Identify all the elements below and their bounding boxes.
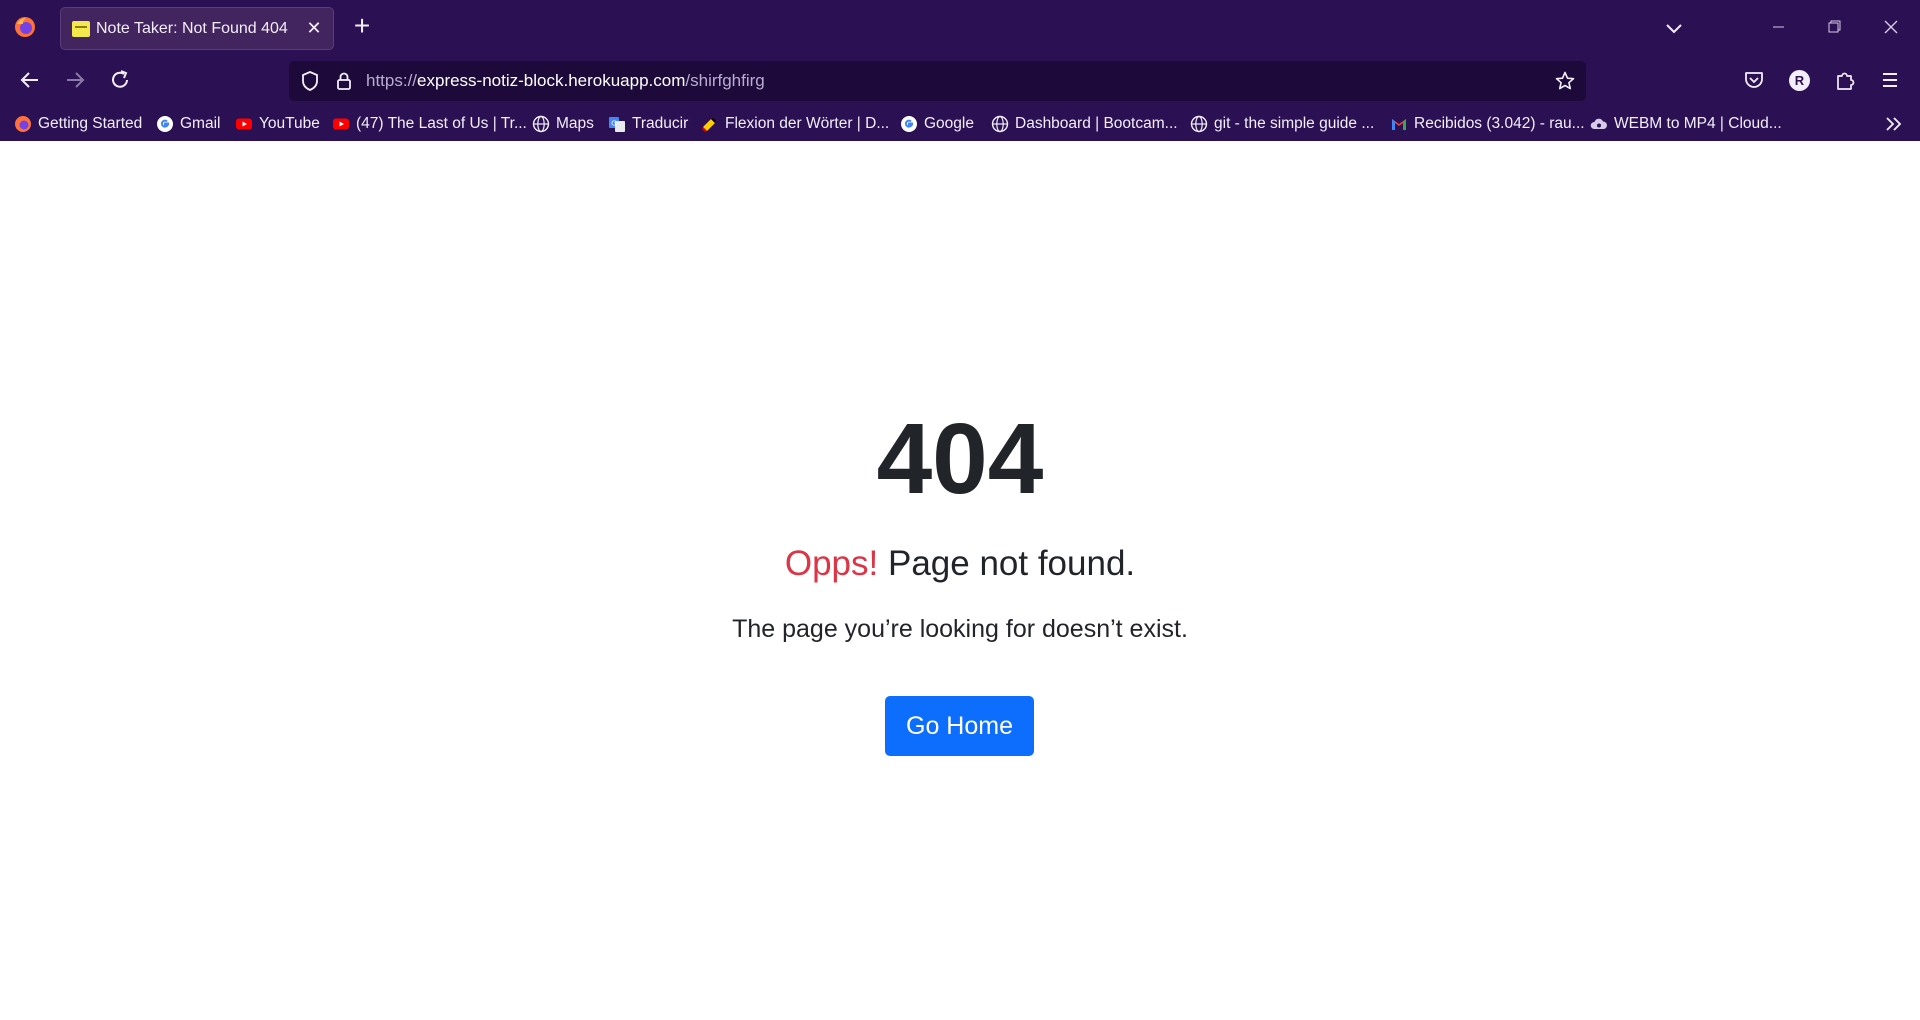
bookmark-recibidos[interactable]: Recibidos (3.042) - rau... [1390,111,1585,137]
error-headline: Opps! Page not found. [0,543,1920,585]
bookmark-label: Flexion der Wörter | D... [725,115,890,132]
bookmark-gmail[interactable]: Gmail [156,111,220,137]
bookmark-label: WEBM to MP4 | Cloud... [1614,115,1782,132]
bookmark-youtube[interactable]: YouTube [235,111,320,137]
hamburger-menu-icon[interactable] [1872,62,1908,98]
bookmark-label: (47) The Last of Us | Tr... [356,115,527,132]
tab-strip: Note Taker: Not Found 404 ✕ + [0,0,1920,55]
bookmark-label: YouTube [259,115,320,132]
close-window-icon[interactable] [1869,12,1913,42]
translate-icon: G [608,115,626,133]
svg-text:G: G [611,120,616,128]
url-text[interactable]: https://express-notiz-block.herokuapp.co… [366,71,765,91]
forward-arrow-icon[interactable] [57,62,93,98]
active-tab[interactable]: Note Taker: Not Found 404 ✕ [60,7,334,50]
bookmark-label: Traducir [632,115,689,132]
flag-icon [701,115,719,133]
new-tab-icon[interactable]: + [348,11,376,43]
extensions-puzzle-icon[interactable] [1827,62,1863,98]
navigation-toolbar: https://express-notiz-block.herokuapp.co… [0,55,1920,105]
google-icon [900,115,918,133]
bookmark-traducir[interactable]: G Traducir [608,111,688,137]
page-content: 404 Opps! Page not found. The page you’r… [0,141,1920,1020]
restore-icon[interactable] [1812,12,1856,42]
url-scheme: https:// [366,71,418,90]
bookmark-dashboard[interactable]: Dashboard | Bootcam... [991,111,1178,137]
bookmark-label: Gmail [180,115,221,132]
address-bar[interactable]: https://express-notiz-block.herokuapp.co… [289,61,1586,101]
bookmark-label: Google [924,115,974,132]
bookmark-label: Dashboard | Bootcam... [1015,115,1178,132]
profile-avatar[interactable]: R [1789,70,1810,91]
go-home-button[interactable]: Go Home [885,696,1034,756]
bookmark-star-icon[interactable] [1554,70,1576,92]
pocket-icon[interactable] [1736,62,1772,98]
firefox-icon [14,115,32,133]
bookmark-label: Maps [556,115,594,132]
youtube-icon [235,115,253,133]
globe-icon [1190,115,1208,133]
back-arrow-icon[interactable] [12,62,48,98]
bookmark-getting-started[interactable]: Getting Started [14,111,142,137]
headline-accent: Opps! [784,544,879,583]
bookmark-last-of-us[interactable]: (47) The Last of Us | Tr... [332,111,527,137]
bookmark-webm-to-mp4[interactable]: WEBM to MP4 | Cloud... [1590,111,1782,137]
youtube-icon [332,115,350,133]
error-code: 404 [876,403,1044,515]
shield-icon[interactable] [299,70,321,92]
bookmark-google[interactable]: Google [900,111,974,137]
bookmark-label: Getting Started [38,115,143,132]
globe-icon [532,115,550,133]
gmail-icon [1390,115,1408,133]
tab-title: Note Taker: Not Found 404 [96,20,288,37]
headline-text: Page not found. [878,544,1136,583]
bookmark-maps[interactable]: Maps [532,111,594,137]
note-favicon-icon [72,21,90,37]
lock-icon[interactable] [333,70,355,92]
close-tab-icon[interactable]: ✕ [303,17,325,39]
browser-chrome: Note Taker: Not Found 404 ✕ + https://ex… [0,0,1920,141]
cloud-icon [1590,115,1608,133]
error-message: The page you’re looking for doesn’t exis… [732,615,1188,643]
google-icon [156,115,174,133]
bookmark-git-guide[interactable]: git - the simple guide ... [1190,111,1374,137]
bookmark-label: git - the simple guide ... [1214,115,1375,132]
chevron-double-right-icon[interactable] [1882,112,1906,136]
globe-icon [991,115,1009,133]
url-path: /shirfghfirg [685,71,765,90]
chevron-down-icon[interactable] [1660,14,1688,42]
bookmark-flexion[interactable]: Flexion der Wörter | D... [701,111,889,137]
minimize-icon[interactable] [1756,12,1800,42]
bookmarks-toolbar: Getting Started Gmail YouTube (47) The L… [0,108,1920,140]
firefox-icon[interactable] [14,16,36,38]
url-host: express-notiz-block.herokuapp.com [417,71,686,90]
reload-icon[interactable] [102,62,138,98]
bookmark-label: Recibidos (3.042) - rau... [1414,115,1585,132]
